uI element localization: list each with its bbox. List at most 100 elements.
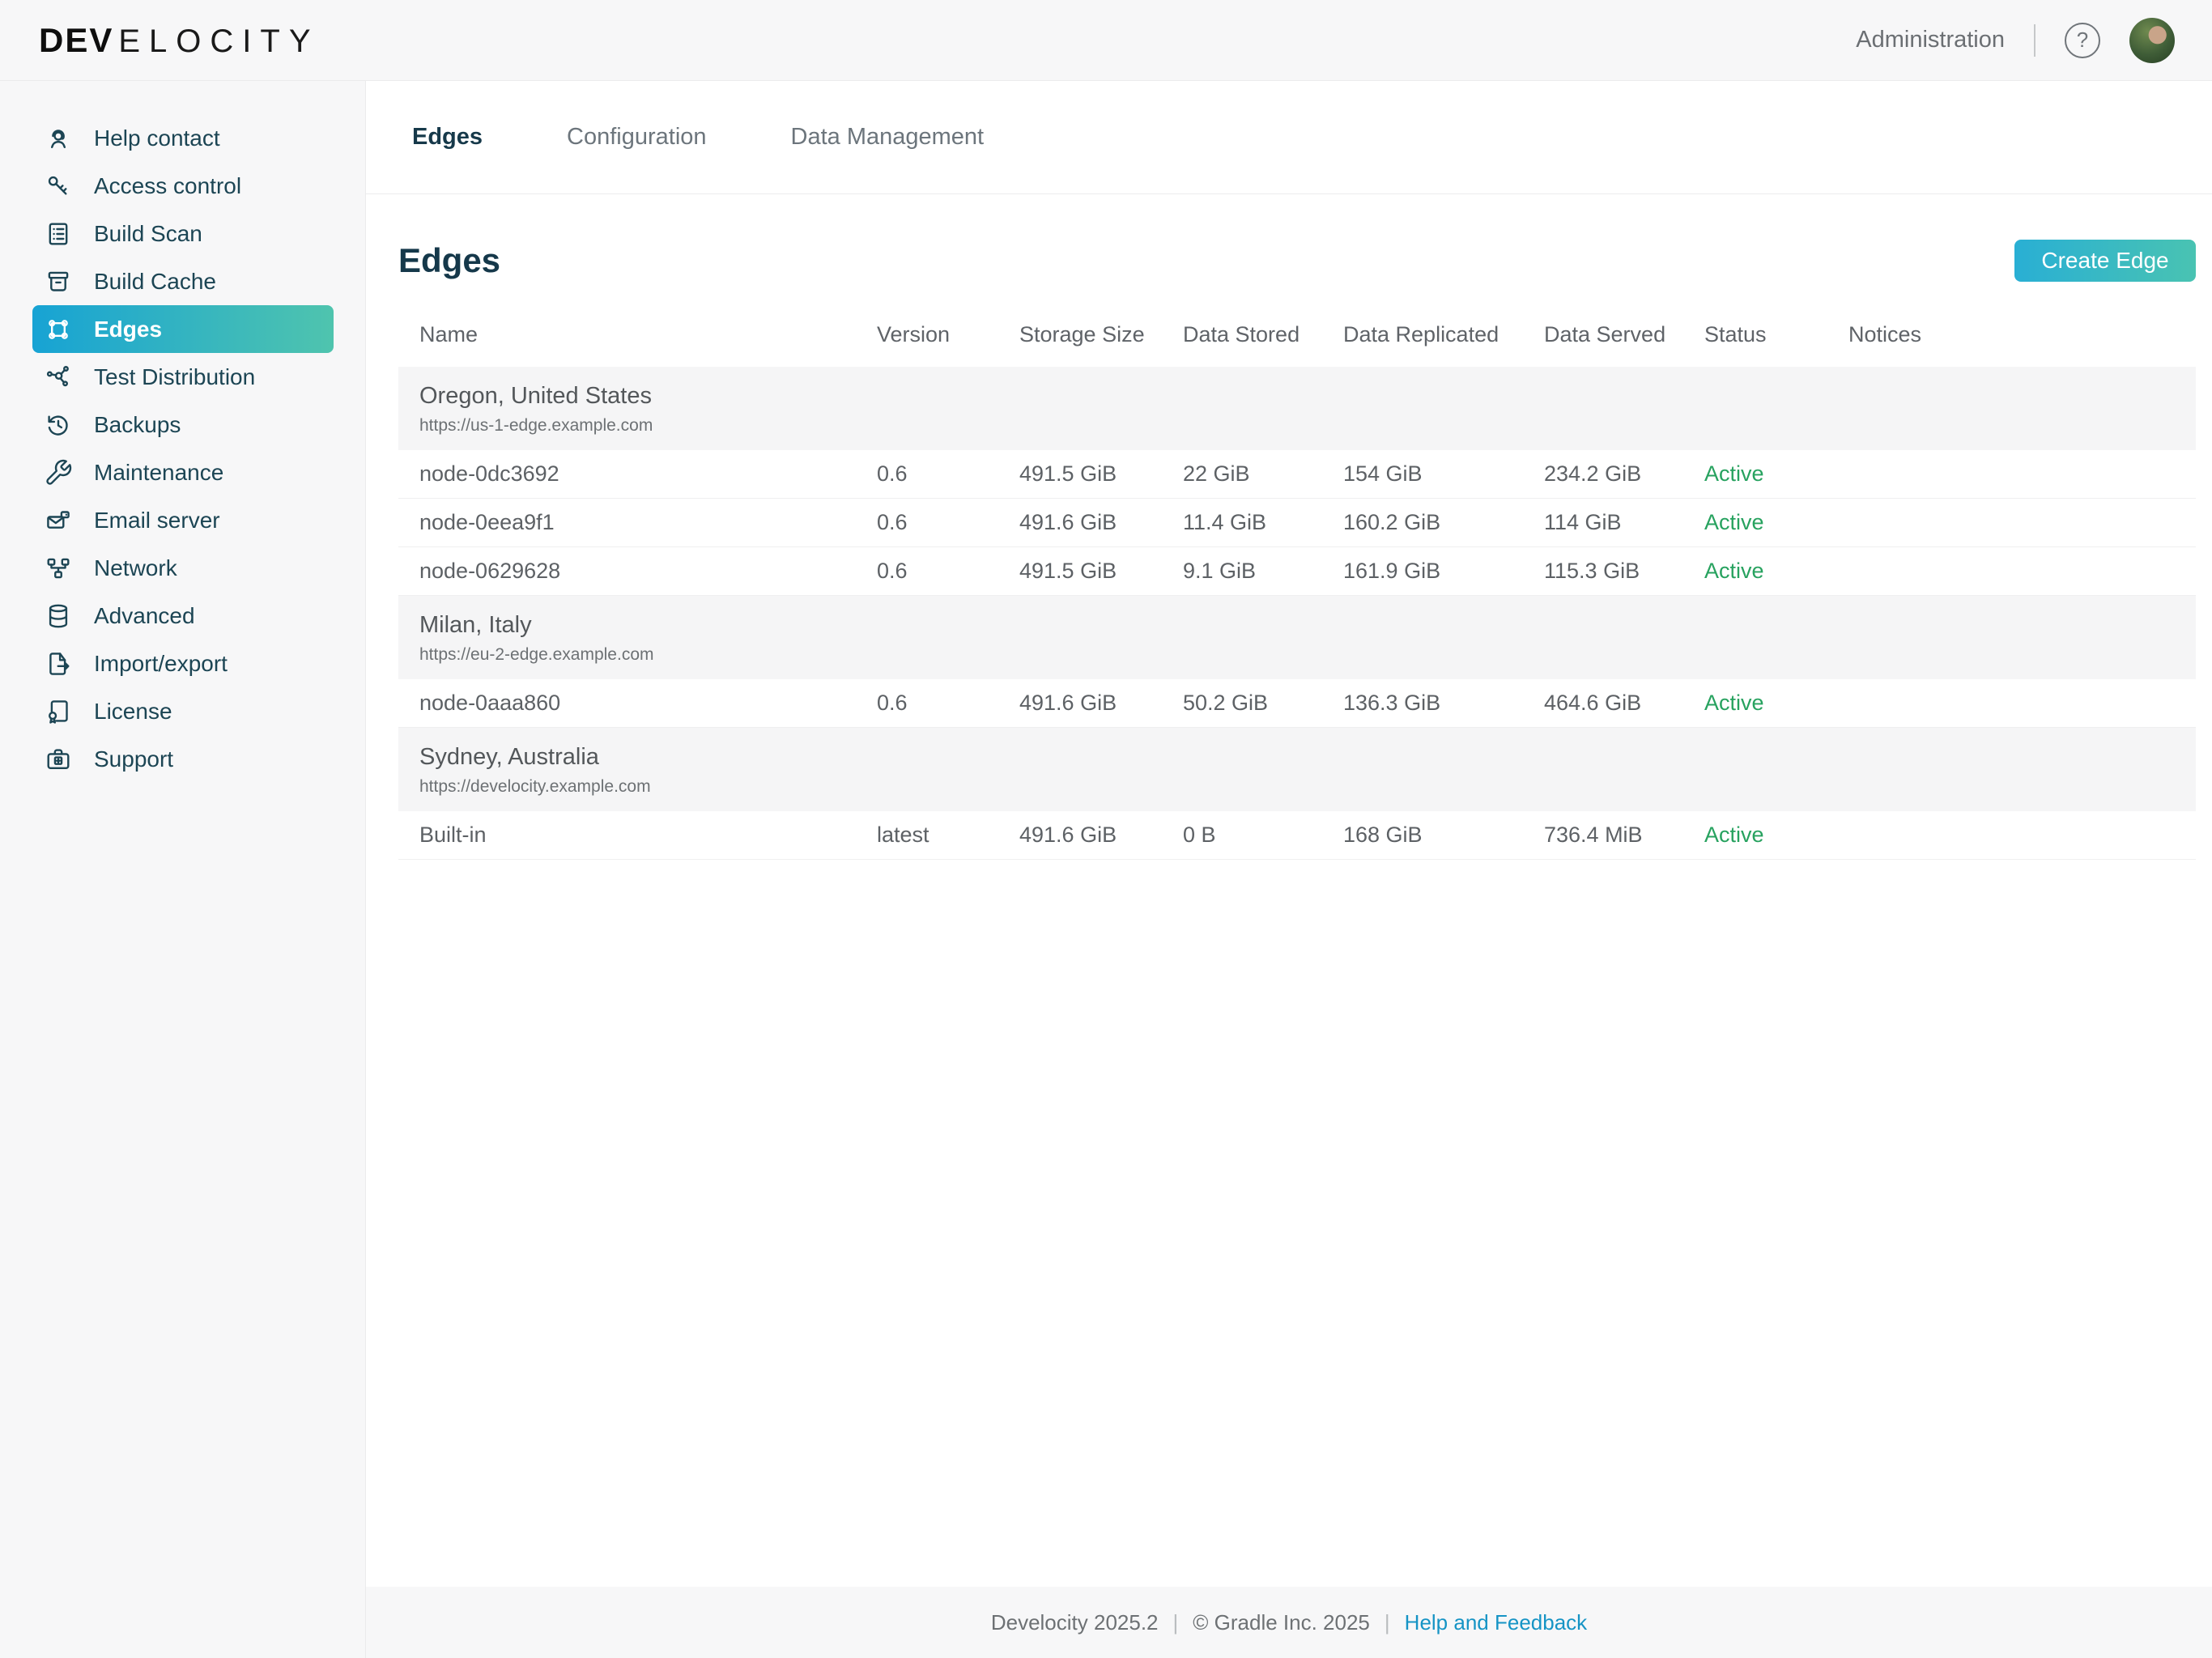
cell-storage-size: 491.6 GiB: [1019, 823, 1183, 848]
column-header-data-served: Data Served: [1544, 322, 1704, 347]
cell-name: Built-in: [398, 823, 877, 848]
sidebar-item-help-contact[interactable]: Help contact: [32, 114, 334, 162]
license-icon: [44, 697, 73, 726]
sidebar-item-label: Build Scan: [94, 221, 202, 247]
sidebar-item-label: Access control: [94, 173, 241, 199]
avatar[interactable]: [2129, 18, 2175, 63]
build-cache-icon: [44, 267, 73, 296]
backups-icon: [44, 410, 73, 440]
sidebar-item-email-server[interactable]: Email server: [32, 496, 334, 544]
edge-group-header-milan-italy: Milan, Italyhttps://eu-2-edge.example.co…: [398, 596, 2196, 679]
sidebar-item-backups[interactable]: Backups: [32, 401, 334, 449]
create-edge-button[interactable]: Create Edge: [2014, 240, 2196, 282]
topbar: DEV ELOCITY Administration ?: [0, 0, 2212, 81]
column-header-storage-size: Storage Size: [1019, 322, 1183, 347]
import-export-icon: [44, 649, 73, 678]
sidebar-item-label: Support: [94, 746, 173, 772]
page-title: Edges: [398, 241, 500, 280]
cell-data-replicated: 154 GiB: [1343, 461, 1544, 487]
support-icon: [44, 745, 73, 774]
edge-row-built-in: Built-inlatest491.6 GiB0 B168 GiB736.4 M…: [398, 811, 2196, 860]
sidebar-item-support[interactable]: Support: [32, 735, 334, 783]
edge-row-node-0dc3692: node-0dc36920.6491.5 GiB22 GiB154 GiB234…: [398, 450, 2196, 499]
sidebar-item-edges[interactable]: Edges: [32, 305, 334, 353]
network-icon: [44, 554, 73, 583]
cell-data-stored: 9.1 GiB: [1183, 559, 1343, 584]
cell-version: 0.6: [877, 461, 1019, 487]
table-body: Oregon, United Stateshttps://us-1-edge.e…: [398, 367, 2196, 860]
column-header-status: Status: [1704, 322, 1848, 347]
tab-edges[interactable]: Edges: [398, 124, 496, 151]
sidebar-item-label: Maintenance: [94, 460, 223, 486]
column-header-data-replicated: Data Replicated: [1343, 322, 1544, 347]
edge-row-node-0aaa860: node-0aaa8600.6491.6 GiB50.2 GiB136.3 Gi…: [398, 679, 2196, 728]
edge-group-header-oregon-united-states: Oregon, United Stateshttps://us-1-edge.e…: [398, 367, 2196, 450]
cell-data-served: 736.4 MiB: [1544, 823, 1704, 848]
sidebar-item-build-scan[interactable]: Build Scan: [32, 210, 334, 257]
column-header-name: Name: [398, 322, 877, 347]
cell-name: node-0aaa860: [398, 691, 877, 716]
page-head: Edges Create Edge: [366, 194, 2212, 282]
topbar-right: Administration ?: [1856, 18, 2175, 63]
content: Edges Configuration Data Management Edges …: [366, 81, 2212, 1658]
help-and-feedback-link[interactable]: Help and Feedback: [1405, 1610, 1587, 1635]
cell-storage-size: 491.6 GiB: [1019, 691, 1183, 716]
tabbar: Edges Configuration Data Management: [366, 81, 2212, 194]
cell-data-replicated: 136.3 GiB: [1343, 691, 1544, 716]
sidebar-item-maintenance[interactable]: Maintenance: [32, 449, 334, 496]
logo-light-text: ELOCITY: [118, 23, 319, 60]
cell-data-stored: 50.2 GiB: [1183, 691, 1343, 716]
app-root: DEV ELOCITY Administration ? Help contac…: [0, 0, 2212, 1658]
administration-link[interactable]: Administration: [1856, 27, 2005, 53]
footer-copyright: © Gradle Inc. 2025: [1193, 1610, 1370, 1635]
group-location: Sydney, Australia: [419, 744, 2196, 771]
logo-bold-text: DEV: [39, 21, 113, 60]
cell-storage-size: 491.5 GiB: [1019, 461, 1183, 487]
cell-status: Active: [1704, 559, 1848, 584]
column-header-version: Version: [877, 322, 1019, 347]
maintenance-icon: [44, 458, 73, 487]
group-url: https://develocity.example.com: [419, 777, 2196, 797]
cell-status: Active: [1704, 461, 1848, 487]
sidebar-item-label: License: [94, 699, 172, 725]
test-distribution-icon: [44, 363, 73, 392]
table-header-row: NameVersionStorage SizeData StoredData R…: [398, 282, 2196, 367]
sidebar-item-build-cache[interactable]: Build Cache: [32, 257, 334, 305]
footer-separator: |: [1173, 1610, 1179, 1635]
sidebar-item-label: Email server: [94, 508, 220, 534]
column-header-notices: Notices: [1848, 322, 2196, 347]
sidebar-item-label: Test Distribution: [94, 364, 255, 390]
main-row: Help contact Access control Build Scan Buil…: [0, 81, 2212, 1658]
cell-name: node-0dc3692: [398, 461, 877, 487]
build-scan-icon: [44, 219, 73, 249]
topbar-divider: [2034, 24, 2035, 57]
cell-version: 0.6: [877, 510, 1019, 535]
cell-name: node-0eea9f1: [398, 510, 877, 535]
edge-row-node-0629628: node-06296280.6491.5 GiB9.1 GiB161.9 GiB…: [398, 547, 2196, 596]
cell-data-replicated: 168 GiB: [1343, 823, 1544, 848]
sidebar-item-label: Backups: [94, 412, 181, 438]
edge-row-node-0eea9f1: node-0eea9f10.6491.6 GiB11.4 GiB160.2 Gi…: [398, 499, 2196, 547]
help-icon[interactable]: ?: [2065, 23, 2100, 58]
cell-data-replicated: 161.9 GiB: [1343, 559, 1544, 584]
cell-version: 0.6: [877, 691, 1019, 716]
sidebar-item-import-export[interactable]: Import/export: [32, 640, 334, 687]
sidebar-item-advanced[interactable]: Advanced: [32, 592, 334, 640]
sidebar-item-license[interactable]: License: [32, 687, 334, 735]
cell-data-served: 115.3 GiB: [1544, 559, 1704, 584]
sidebar-item-access-control[interactable]: Access control: [32, 162, 334, 210]
cell-version: latest: [877, 823, 1019, 848]
sidebar-item-network[interactable]: Network: [32, 544, 334, 592]
cell-data-stored: 22 GiB: [1183, 461, 1343, 487]
cell-status: Active: [1704, 510, 1848, 535]
sidebar-item-label: Help contact: [94, 125, 220, 151]
cell-data-served: 114 GiB: [1544, 510, 1704, 535]
cell-data-stored: 11.4 GiB: [1183, 510, 1343, 535]
tab-configuration[interactable]: Configuration: [553, 124, 721, 151]
cell-storage-size: 491.5 GiB: [1019, 559, 1183, 584]
tab-data-management[interactable]: Data Management: [777, 124, 998, 151]
sidebar-item-test-distribution[interactable]: Test Distribution: [32, 353, 334, 401]
edges-table: NameVersionStorage SizeData StoredData R…: [366, 282, 2212, 860]
advanced-icon: [44, 602, 73, 631]
sidebar-item-label: Advanced: [94, 603, 195, 629]
